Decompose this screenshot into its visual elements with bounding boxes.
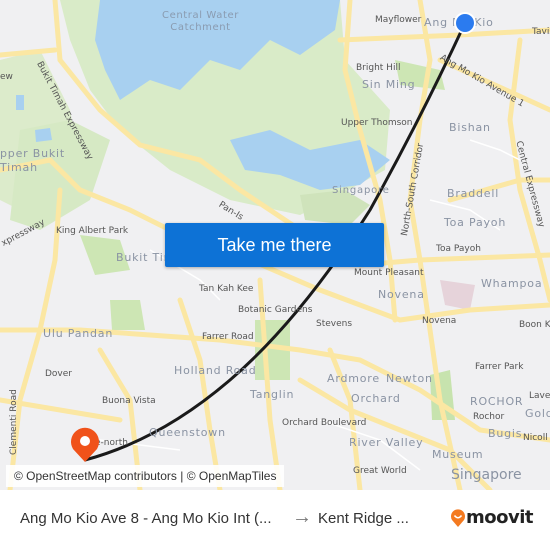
label-novena-area: Novena	[378, 288, 425, 301]
label-orchard: Orchard	[351, 392, 401, 405]
label-nicoll: Nicoll I	[523, 433, 550, 443]
label-holland-road: Holland Road	[174, 364, 257, 377]
map-attribution[interactable]: © OpenStreetMap contributors | © OpenMap…	[6, 465, 285, 487]
label-mount-pleasant: Mount Pleasant	[354, 268, 424, 278]
label-upper-bukit-timah: pper Bukit Timah	[0, 147, 66, 174]
take-me-there-button[interactable]: Take me there	[165, 223, 384, 267]
label-braddell: Braddell	[447, 187, 500, 200]
label-tavistock: Tavis	[532, 27, 550, 37]
label-tanglin: Tanglin	[250, 388, 295, 401]
destination-name: Kent Ridge ...	[318, 510, 409, 527]
origin-marker[interactable]	[454, 12, 476, 34]
moovit-logo[interactable]: moovit	[450, 507, 534, 528]
label-rochor-area: ROCHOR	[470, 395, 524, 408]
label-toa-payoh-area: Toa Payoh	[444, 216, 507, 229]
label-toa-payoh-road: Toa Payoh	[436, 244, 481, 254]
label-dover: Dover	[45, 369, 72, 379]
label-singapore-city: Singapore	[451, 467, 522, 483]
origin-name: Ang Mo Kio Ave 8 - Ang Mo Kio Int (...	[20, 510, 272, 527]
label-singapore-island: Singapore	[332, 185, 390, 196]
arrow-right-icon: →	[292, 506, 312, 528]
label-bishan: Bishan	[449, 121, 491, 134]
label-buona-vista: Buona Vista	[102, 396, 156, 406]
label-view: ew	[0, 72, 13, 82]
label-rochor: Rochor	[473, 412, 505, 422]
label-sin-ming: Sin Ming	[362, 78, 416, 91]
label-ardmore: Ardmore	[327, 372, 380, 385]
label-golden: Gold	[525, 407, 550, 420]
label-clementi-road: Clementi Road	[9, 389, 19, 455]
label-central-water-catchment: Central Water Catchment	[162, 10, 239, 33]
label-bugis: Bugis	[488, 427, 523, 440]
label-ulu-pandan: Ulu Pandan	[43, 327, 114, 340]
label-upper-thomson: Upper Thomson	[341, 118, 413, 128]
label-queenstown: Queenstown	[149, 426, 226, 439]
label-bright-hill: Bright Hill	[356, 63, 401, 73]
label-orchard-boulevard: Orchard Boulevard	[282, 418, 367, 428]
label-river-valley: River Valley	[349, 436, 424, 449]
label-mayflower: Mayflower	[375, 15, 422, 25]
map-view[interactable]: Central Water Catchment Bukit Timah Expr…	[0, 0, 550, 490]
label-lavender: Lavei	[529, 391, 550, 401]
label-newton: Newton	[386, 372, 433, 385]
label-museum: Museum	[432, 448, 484, 461]
label-stevens: Stevens	[316, 319, 353, 329]
label-whampoa: Whampoa	[481, 277, 543, 290]
label-great-world: Great World	[353, 466, 407, 476]
moovit-wordmark: moovit	[466, 507, 534, 528]
label-tan-kah-kee: Tan Kah Kee	[199, 284, 254, 294]
moovit-pin-icon	[451, 508, 465, 527]
label-novena-station: Novena	[422, 316, 457, 326]
label-boon-keng: Boon Ke	[519, 320, 550, 330]
route-footer: Ang Mo Kio Ave 8 - Ang Mo Kio Int (... →…	[0, 490, 550, 550]
label-king-albert-park: King Albert Park	[56, 226, 129, 236]
label-one-north: e-north	[95, 438, 128, 448]
label-farrer-road: Farrer Road	[202, 332, 254, 342]
label-farrer-park: Farrer Park	[475, 362, 524, 372]
label-botanic-gardens: Botanic Gardens	[238, 305, 313, 315]
